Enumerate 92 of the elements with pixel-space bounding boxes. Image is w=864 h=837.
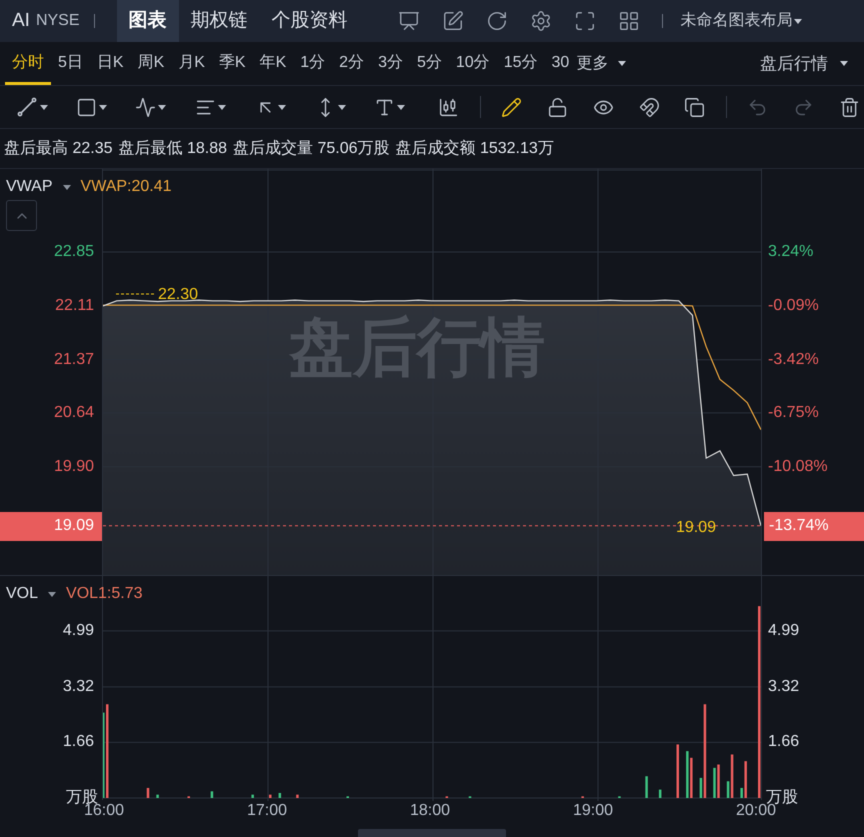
price-axis-label: 19.90 (54, 456, 94, 477)
settings-icon[interactable] (530, 10, 552, 32)
last-change-tag: -13.74% (764, 512, 864, 541)
caret-icon (618, 61, 626, 66)
price-axis-label: 22.11 (55, 296, 94, 316)
percent-axis-label: -10.08% (768, 456, 828, 477)
reference-label: 19.09 (676, 518, 716, 536)
header-tab[interactable]: 图表 (116, 0, 179, 42)
volume-bar (278, 792, 282, 798)
volume-bar (210, 791, 214, 798)
period-tab[interactable]: 2分 (332, 42, 372, 85)
period-tab[interactable]: 周K (130, 42, 172, 85)
stat-text: 盘后成交额 1532.13万 (396, 138, 554, 158)
period-tab[interactable]: 10分 (448, 42, 497, 85)
period-tab[interactable]: 1分 (293, 42, 332, 85)
ticker-symbol: AI (12, 8, 30, 33)
volume-axis-label: 1.66 (768, 732, 800, 752)
volume-bar (146, 788, 150, 798)
period-tab[interactable]: 3分 (371, 42, 410, 85)
magnet-icon (638, 96, 660, 118)
volume-axis-label: 1.66 (62, 732, 94, 752)
time-axis-label: 19:00 (572, 801, 614, 821)
volume-bar (676, 744, 679, 798)
scrollbar[interactable] (358, 829, 506, 837)
unlock-icon (546, 96, 568, 118)
volume-bar (645, 776, 648, 798)
layout-dropdown[interactable]: 未命名图表布局 (680, 9, 802, 33)
percent-axis-label: -0.09% (768, 296, 819, 316)
chart-monitor-icon[interactable] (398, 10, 420, 32)
session-dropdown[interactable]: 盘后行情 (760, 50, 848, 76)
indicator-value: VOL1:5.73 (66, 584, 143, 604)
percent-axis-label: -3.42% (768, 350, 819, 370)
period-tab[interactable]: 日K (90, 42, 131, 85)
price-axis-label: 20.64 (54, 402, 94, 423)
caret-icon (62, 184, 71, 190)
price-axis-label: 22.85 (54, 242, 94, 262)
indicator-dropdown[interactable]: VWAP (6, 175, 71, 199)
caret-icon (794, 18, 802, 24)
last-price-tag: 19.09 (0, 512, 102, 541)
exchange-label: NYSE (36, 11, 80, 31)
volume-bar (658, 790, 662, 798)
caret-icon (338, 104, 346, 110)
period-tab[interactable]: 季K (212, 42, 253, 85)
edit-icon[interactable] (442, 10, 464, 32)
unit-label: 万股 (766, 788, 798, 806)
stat-text: 盘后成交量 75.06万股 (233, 138, 390, 158)
period-tab[interactable]: 5日 (51, 42, 90, 85)
volume-bar (269, 794, 272, 798)
caret-icon (840, 61, 848, 66)
fullscreen-icon[interactable] (574, 10, 596, 32)
period-tab[interactable]: 5分 (410, 42, 449, 85)
volume-bar (156, 794, 159, 798)
header-tab[interactable]: 个股资料 (260, 0, 360, 42)
percent-axis-label: -6.75% (768, 402, 819, 423)
volume-axis-label: 3.32 (62, 676, 94, 697)
zigzag-icon (135, 96, 156, 118)
time-axis-label: 16:00 (84, 802, 126, 821)
stat-text: 盘后最低 18.88 (118, 138, 227, 158)
caret-icon (98, 104, 107, 110)
header-tab[interactable]: 期权链 (178, 0, 260, 42)
indicator-dropdown[interactable]: VOL (6, 582, 56, 606)
copy-icon (684, 96, 706, 118)
grid-icon[interactable] (618, 10, 640, 32)
refresh-icon[interactable] (486, 10, 508, 32)
volume-bar (296, 794, 299, 798)
caret-icon (278, 104, 286, 110)
rectangle-icon (76, 96, 97, 118)
trash-icon (838, 96, 860, 118)
period-tab[interactable]: 月K (171, 42, 212, 85)
trend-line-icon (16, 96, 38, 118)
period-tab[interactable]: 15分 (496, 42, 544, 85)
period-tab[interactable]: 年K (252, 42, 294, 85)
indicator-value: VWAP:20.41 (80, 177, 172, 197)
pencil-icon (501, 96, 522, 118)
caret-icon (158, 104, 166, 110)
caret-icon (40, 104, 48, 110)
volume-axis-label: 4.99 (768, 620, 800, 641)
time-axis-label: 18:00 (408, 801, 452, 821)
caret-icon (218, 104, 226, 110)
time-axis-label: 17:00 (246, 801, 288, 821)
candlestick-icon (438, 96, 460, 118)
volume-bar (251, 794, 254, 798)
volume-axis-label: 4.99 (62, 620, 94, 641)
percent-axis-label: 3.24% (768, 242, 814, 262)
volume-axis-label: 3.32 (768, 676, 800, 697)
period-tab[interactable]: 30 (544, 42, 576, 85)
stat-text: 盘后最高 22.35 (4, 138, 112, 158)
caret-icon (397, 104, 406, 110)
caret-icon (48, 592, 56, 596)
price-axis-label: 21.37 (54, 350, 94, 370)
more-dropdown[interactable]: 更多 (576, 42, 626, 85)
high-price-label: 22.30 (158, 286, 198, 304)
